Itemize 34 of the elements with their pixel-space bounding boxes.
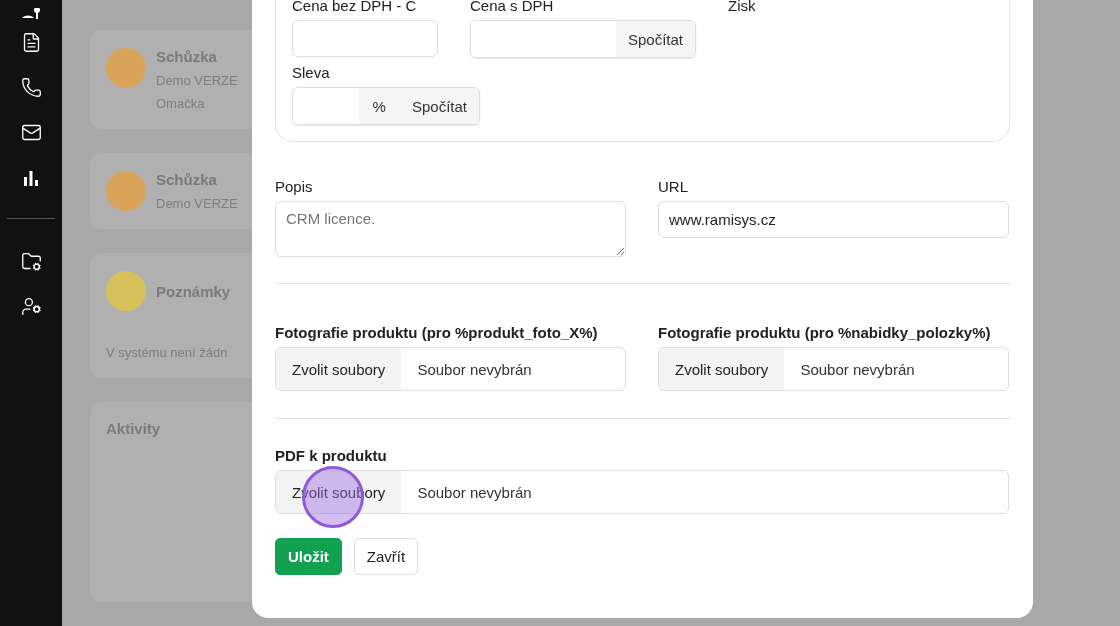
field-label: Popis <box>275 178 314 195</box>
field-label: Cena s DPH <box>470 0 555 14</box>
url-field[interactable]: www.ramisys.cz <box>658 201 1009 238</box>
phone-icon[interactable] <box>20 77 42 98</box>
file-input[interactable]: Zvolit soubory Soubor nevybrán <box>658 347 1009 391</box>
avatar-icon <box>106 48 146 88</box>
file-status: Soubor nevybrán <box>416 482 533 503</box>
choose-files-button[interactable]: Zvolit soubory <box>659 348 785 390</box>
field-label: Fotografie produktu (pro %nabidky_polozky%) <box>658 324 992 341</box>
avatar-icon <box>106 171 146 211</box>
bar-chart-icon[interactable] <box>23 169 39 186</box>
price-input[interactable]: Spočítat <box>470 20 696 58</box>
field-label: Sleva <box>292 64 331 81</box>
calculate-button[interactable]: Spočítat <box>615 21 695 57</box>
file-status: Soubor nevybrán <box>799 359 916 380</box>
description-field[interactable]: CRM licence. <box>275 201 626 257</box>
file-status: Soubor nevybrán <box>416 359 533 380</box>
choose-files-button[interactable]: Zvolit soubory <box>276 348 402 390</box>
user-settings-icon[interactable] <box>20 296 42 317</box>
price-input[interactable] <box>292 20 438 57</box>
field-label: PDF k produktu <box>275 447 388 464</box>
discount-input[interactable]: % Spočítat <box>292 87 480 125</box>
close-button[interactable]: Zavřít <box>353 538 419 575</box>
percent-addon: % <box>358 88 400 124</box>
field-label: Zisk <box>728 0 757 14</box>
mail-icon[interactable] <box>20 122 42 143</box>
field-label: Fotografie produktu (pro %produkt_foto_X%) <box>275 324 599 341</box>
user-key-icon[interactable] <box>20 8 42 20</box>
field-label: URL <box>658 178 689 195</box>
calculate-button[interactable]: Spočítat <box>399 88 479 124</box>
notes-icon <box>106 271 146 311</box>
folder-settings-icon[interactable] <box>20 251 42 272</box>
file-input[interactable]: Zvolit soubory Soubor nevybrán <box>275 347 626 391</box>
field-label: Cena bez DPH - C <box>292 0 418 14</box>
